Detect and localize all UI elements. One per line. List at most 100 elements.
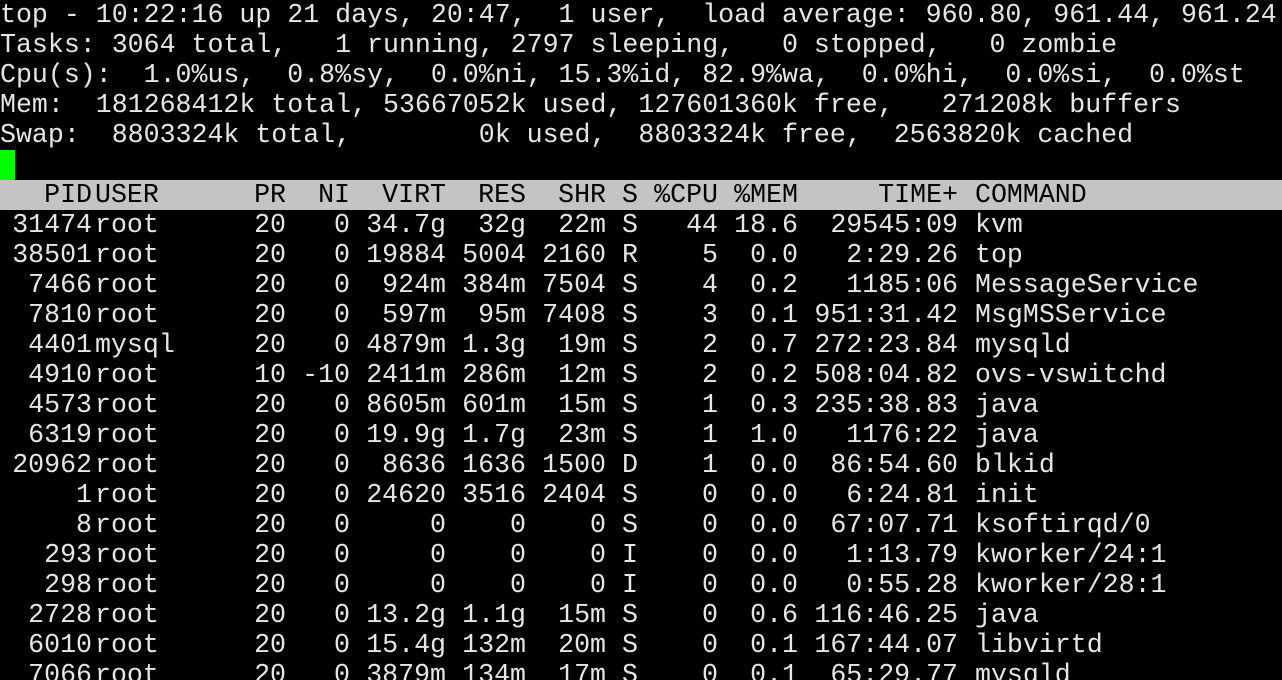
process-user: root <box>95 210 159 240</box>
process-table-header: PID USER PR NI VIRT RES SHR S %CPU %MEM TIME+ COMMA… <box>0 180 1282 210</box>
process-row: 1 root 20 0 24620 3516 2404 S 0 0.0 6:24.81 init <box>0 480 1282 510</box>
process-mem-percent: 0.6 <box>750 600 798 630</box>
process-priority: 10 <box>254 360 286 390</box>
column-header-mem-percent: %MEM <box>734 180 798 210</box>
process-nice: 0 <box>334 450 350 480</box>
process-virt: 0 <box>430 510 446 540</box>
process-pid: 7466 <box>28 270 92 300</box>
process-state: S <box>622 330 638 360</box>
process-priority: 20 <box>254 540 286 570</box>
process-cpu-percent: 0 <box>702 480 718 510</box>
process-cpu-percent: 0 <box>702 630 718 660</box>
process-command: init <box>975 480 1039 510</box>
process-time: 67:07.71 <box>830 510 958 540</box>
process-row: 293 root 20 0 0 0 0 I 0 0.0 1:13.79 kworker/24:1 <box>0 540 1282 570</box>
process-row: 7066 root 20 0 3879m 134m 17m S 0 0.1 65:29.77 mysq… <box>0 660 1282 680</box>
process-virt: 13.2g <box>366 600 446 630</box>
process-pid: 6319 <box>28 420 92 450</box>
process-shr: 7408 <box>542 300 606 330</box>
process-row: 6319 root 20 0 19.9g 1.7g 23m S 1 1.0 1176:22 java <box>0 420 1282 450</box>
process-cpu-percent: 0 <box>702 660 718 680</box>
text-cursor <box>0 150 15 180</box>
process-priority: 20 <box>254 240 286 270</box>
process-mem-percent: 0.3 <box>750 390 798 420</box>
process-nice: 0 <box>334 630 350 660</box>
process-virt: 3879m <box>366 660 446 680</box>
process-res: 1.7g <box>462 420 526 450</box>
process-row: 4401 mysql 20 0 4879m 1.3g 19m S 2 0.7 272:23.84 my… <box>0 330 1282 360</box>
process-time: 167:44.07 <box>814 630 958 660</box>
process-priority: 20 <box>254 510 286 540</box>
process-command: MsgMSService <box>975 300 1167 330</box>
process-row: 7810 root 20 0 597m 95m 7408 S 3 0.1 951:31.42 MsgM… <box>0 300 1282 330</box>
process-shr: 19m <box>558 330 606 360</box>
process-user: mysql <box>95 330 175 360</box>
process-shr: 15m <box>558 600 606 630</box>
process-priority: 20 <box>254 210 286 240</box>
process-pid: 20962 <box>12 450 92 480</box>
process-priority: 20 <box>254 570 286 600</box>
process-res: 1.3g <box>462 330 526 360</box>
process-user: root <box>95 270 159 300</box>
terminal-window[interactable]: top - 10:22:16 up 21 days, 20:47, 1 user… <box>0 0 1282 680</box>
process-pid: 4573 <box>28 390 92 420</box>
process-priority: 20 <box>254 390 286 420</box>
process-shr: 0 <box>590 570 606 600</box>
cpu-line: Cpu(s): 1.0%us, 0.8%sy, 0.0%ni, 15.3%id,… <box>0 60 1245 90</box>
process-res: 134m <box>462 660 526 680</box>
process-time: 2:29.26 <box>846 240 958 270</box>
process-mem-percent: 1.0 <box>750 420 798 450</box>
process-state: S <box>622 420 638 450</box>
process-res: 32g <box>478 210 526 240</box>
process-nice: 0 <box>334 510 350 540</box>
process-mem-percent: 0.7 <box>750 330 798 360</box>
process-res: 132m <box>462 630 526 660</box>
process-nice: 0 <box>334 480 350 510</box>
process-priority: 20 <box>254 480 286 510</box>
process-command: libvirtd <box>975 630 1103 660</box>
process-row: 38501 root 20 0 19884 5004 2160 R 5 0.0 2:29.26 top <box>0 240 1282 270</box>
process-nice: 0 <box>334 420 350 450</box>
process-time: 235:38.83 <box>814 390 958 420</box>
process-user: root <box>95 600 159 630</box>
process-mem-percent: 0.1 <box>750 300 798 330</box>
process-nice: 0 <box>334 330 350 360</box>
process-virt: 8605m <box>366 390 446 420</box>
process-state: S <box>622 270 638 300</box>
process-cpu-percent: 0 <box>702 600 718 630</box>
process-mem-percent: 18.6 <box>734 210 798 240</box>
process-res: 601m <box>462 390 526 420</box>
process-res: 3516 <box>462 480 526 510</box>
process-row: 6010 root 20 0 15.4g 132m 20m S 0 0.1 167:44.07 lib… <box>0 630 1282 660</box>
process-user: root <box>95 630 159 660</box>
column-header-shr: SHR <box>558 180 606 210</box>
process-mem-percent: 0.2 <box>750 270 798 300</box>
process-shr: 23m <box>558 420 606 450</box>
process-state: I <box>622 540 638 570</box>
process-time: 0:55.28 <box>846 570 958 600</box>
mem-line: Mem: 181268412k total, 53667052k used, 1… <box>0 90 1181 120</box>
process-user: root <box>95 450 159 480</box>
process-command: java <box>975 390 1039 420</box>
process-state: S <box>622 600 638 630</box>
process-nice: 0 <box>334 300 350 330</box>
process-time: 1185:06 <box>846 270 958 300</box>
column-header-command: COMMAND <box>975 180 1087 210</box>
process-res: 286m <box>462 360 526 390</box>
process-pid: 8 <box>76 510 92 540</box>
process-user: root <box>95 660 159 680</box>
process-row: 7466 root 20 0 924m 384m 7504 S 4 0.2 1185:06 Messa… <box>0 270 1282 300</box>
process-virt: 19884 <box>366 240 446 270</box>
process-shr: 17m <box>558 660 606 680</box>
process-res: 1636 <box>462 450 526 480</box>
process-pid: 31474 <box>12 210 92 240</box>
process-state: S <box>622 660 638 680</box>
process-user: root <box>95 480 159 510</box>
column-header-priority: PR <box>254 180 286 210</box>
process-nice: 0 <box>334 540 350 570</box>
command-prompt-line[interactable] <box>0 150 1282 180</box>
process-state: I <box>622 570 638 600</box>
process-virt: 19.9g <box>366 420 446 450</box>
process-state: S <box>622 360 638 390</box>
process-nice: 0 <box>334 570 350 600</box>
